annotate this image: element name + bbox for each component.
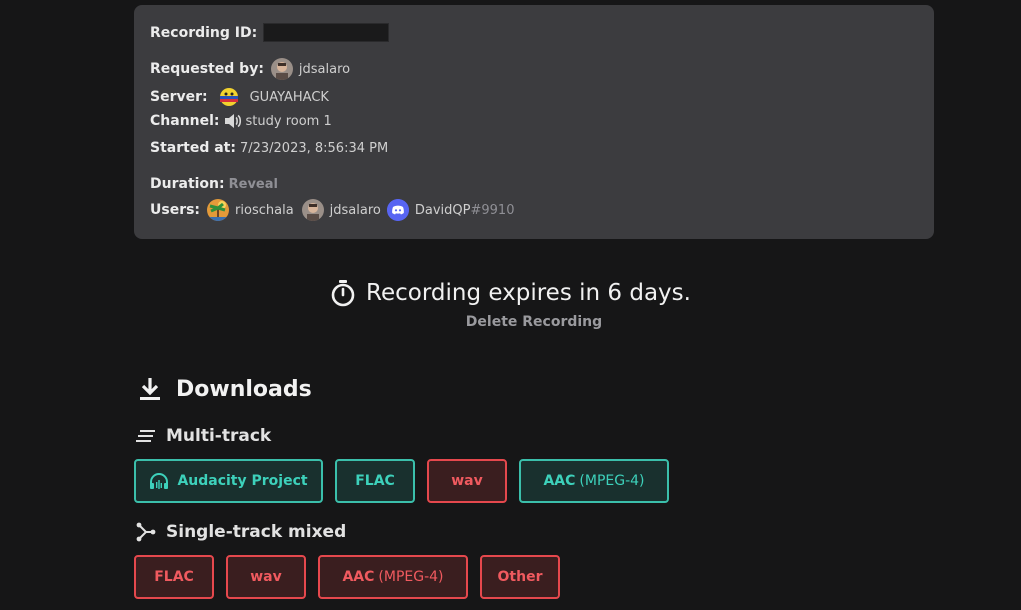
- singletrack-flac-button[interactable]: FLAC: [134, 555, 214, 599]
- duration-reveal-link[interactable]: Reveal: [229, 177, 278, 192]
- button-label: AAC: [342, 569, 375, 585]
- audacity-project-button[interactable]: Audacity Project: [134, 459, 323, 503]
- user-discriminator: #9910: [470, 202, 515, 218]
- singletrack-heading: Single-track mixed: [136, 522, 346, 542]
- speaker-icon: [224, 113, 242, 129]
- requested-by-label: Requested by:: [150, 61, 264, 77]
- palm-avatar-icon: [207, 199, 230, 221]
- server-label: Server:: [150, 89, 208, 105]
- button-label: Audacity Project: [177, 473, 308, 489]
- button-label: wav: [451, 473, 483, 489]
- server-row: Server: GUAYAHACK: [150, 86, 329, 108]
- multitrack-aac-button[interactable]: AAC (MPEG-4): [519, 459, 669, 503]
- lines-icon: [136, 429, 156, 443]
- download-icon: [138, 376, 162, 402]
- button-label: AAC: [543, 473, 576, 489]
- headphones-icon: [149, 472, 169, 490]
- requested-by-user[interactable]: jdsalaro: [299, 62, 350, 77]
- button-label: wav: [250, 569, 282, 585]
- photo-avatar-icon: [301, 199, 324, 221]
- user-name[interactable]: rioschala: [235, 203, 294, 218]
- started-label: Started at:: [150, 140, 236, 156]
- duration-row: Duration: Reveal: [150, 176, 278, 192]
- started-row: Started at: 7/23/2023, 8:56:34 PM: [150, 140, 388, 156]
- singletrack-wav-button[interactable]: wav: [226, 555, 306, 599]
- users-row: Users: rioschala jdsalaro DavidQP #9910: [150, 199, 514, 221]
- singletrack-buttons: FLAC wav AAC (MPEG-4) Other: [134, 555, 560, 599]
- singletrack-other-button[interactable]: Other: [480, 555, 560, 599]
- expiry-text: Recording expires in 6 days.: [366, 280, 691, 306]
- channel-name: study room 1: [245, 113, 332, 129]
- started-value: 7/23/2023, 8:56:34 PM: [239, 140, 389, 156]
- channel-row: Channel: study room 1: [150, 113, 332, 129]
- expiry-notice: Recording expires in 6 days.: [0, 279, 1021, 307]
- channel-label: Channel:: [150, 113, 220, 129]
- button-sublabel: (MPEG-4): [579, 473, 645, 489]
- photo-avatar-icon: [270, 58, 293, 80]
- singletrack-aac-button[interactable]: AAC (MPEG-4): [318, 555, 468, 599]
- button-label: FLAC: [154, 569, 194, 585]
- discord-avatar-icon: [386, 199, 409, 221]
- delete-recording-link[interactable]: Delete Recording: [0, 314, 1021, 330]
- multitrack-title: Multi-track: [166, 426, 272, 446]
- downloads-heading: Downloads: [138, 376, 312, 402]
- recording-id-label: Recording ID:: [150, 24, 258, 41]
- button-sublabel: (MPEG-4): [378, 569, 444, 585]
- user-name[interactable]: jdsalaro: [330, 203, 381, 218]
- requested-by-row: Requested by: jdsalaro: [150, 58, 350, 80]
- multitrack-wav-button[interactable]: wav: [427, 459, 507, 503]
- multitrack-buttons: Audacity Project FLAC wav AAC (MPEG-4): [134, 459, 669, 503]
- server-name: GUAYAHACK: [249, 89, 329, 105]
- button-label: Other: [497, 569, 543, 585]
- button-label: FLAC: [355, 473, 395, 489]
- user-name[interactable]: DavidQP: [415, 203, 471, 218]
- merge-icon: [136, 522, 156, 542]
- stopwatch-icon: [330, 279, 356, 307]
- downloads-title: Downloads: [176, 376, 312, 402]
- multitrack-flac-button[interactable]: FLAC: [335, 459, 415, 503]
- duration-label: Duration:: [150, 176, 225, 192]
- recording-info-card: Recording ID: Requested by: jdsalaro Ser…: [134, 5, 934, 239]
- users-label: Users:: [150, 202, 201, 218]
- singletrack-title: Single-track mixed: [166, 522, 347, 542]
- recording-id-redacted: [263, 23, 390, 42]
- multitrack-heading: Multi-track: [136, 426, 271, 446]
- recording-id-row: Recording ID:: [150, 23, 390, 42]
- server-logo-icon: [217, 86, 240, 108]
